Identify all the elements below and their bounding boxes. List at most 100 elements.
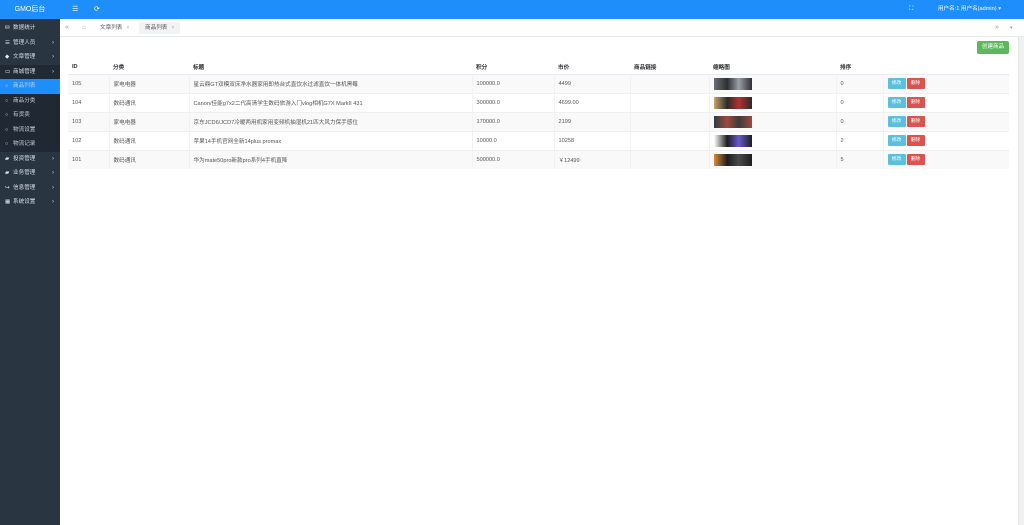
close-icon[interactable]: × xyxy=(126,25,129,31)
dashboard-icon: ⛁ xyxy=(5,25,10,31)
create-product-button[interactable]: 创建商品 xyxy=(977,41,1009,54)
sidebar-item-label: 业务管理 xyxy=(13,170,36,176)
tab-label: 文章列表 xyxy=(100,25,123,31)
sidebar-item-label: 信息管理 xyxy=(13,184,36,191)
circle-icon: ○ xyxy=(5,83,9,89)
table-row: 104 数码通讯 Canon/佳能g7x2二代高清学生数码旅游入门vlog相机G7X… xyxy=(68,92,1009,112)
cell-id: 105 xyxy=(68,73,109,93)
cell-points: 170000.0 xyxy=(471,111,554,131)
cell-link xyxy=(629,92,709,112)
fullscreen-icon[interactable]: ⛶ xyxy=(909,0,913,19)
sidebar-item-settings[interactable]: ▦ 系统设置 › xyxy=(0,195,60,210)
chevron-right-icon: › xyxy=(52,39,54,46)
cell-points: 300000.0 xyxy=(471,92,554,112)
tabs-scroll-right-icon[interactable]: » xyxy=(995,19,999,37)
table-row: 105 家电电器 星云鼎GT双模双床净水器家用即热台式直饮水过滤直饮一体机黑莓 100… xyxy=(68,73,1009,93)
cell-actions: 修改 删除 xyxy=(882,130,1009,150)
laptop-icon: ▭ xyxy=(5,68,11,75)
sidebar-item-investment[interactable]: ▰ 投资管理 › xyxy=(0,152,60,167)
cell-actions: 修改 删除 xyxy=(882,73,1009,93)
sidebar-item-admins[interactable]: ☰ 管理人员 › xyxy=(0,36,60,51)
column-header-price: 市价 xyxy=(554,60,630,75)
edit-button[interactable]: 修改 xyxy=(887,97,906,108)
tab-bar: « ⌂ 文章列表 × 商品列表 × » ▾ xyxy=(60,19,1024,37)
cell-title: 华为mate50pro新款pro系列4手机直降 xyxy=(188,149,472,169)
user-menu[interactable]: 用户名:1 用户名(admin) ▾ xyxy=(938,0,1001,19)
sidebar-subitem-instock[interactable]: ○ 有货卖 xyxy=(0,108,60,123)
tabs-scroll-left-icon[interactable]: « xyxy=(65,19,69,37)
chevron-right-icon: › xyxy=(52,199,54,205)
edit-button[interactable]: 修改 xyxy=(887,154,906,166)
cell-sort: 5 xyxy=(835,149,883,169)
edit-button[interactable]: 修改 xyxy=(887,135,906,146)
cell-id: 104 xyxy=(68,92,109,112)
list-icon: ☰ xyxy=(5,39,10,46)
sidebar-item-info[interactable]: ↪ 信息管理 › xyxy=(0,181,60,196)
sidebar-subitem-categories[interactable]: ○ 商品分类 xyxy=(0,94,60,109)
home-icon[interactable]: ⌂ xyxy=(82,19,86,37)
chevron-down-icon[interactable]: ▾ xyxy=(1010,19,1013,37)
cell-sort: 0 xyxy=(835,111,883,131)
product-thumbnail-image xyxy=(713,153,752,166)
cell-price: ￥12499 xyxy=(553,149,630,169)
cell-id: 101 xyxy=(68,149,109,169)
tab-products[interactable]: 商品列表 × xyxy=(139,22,181,34)
chevron-down-icon: › xyxy=(52,68,54,75)
cell-sort: 0 xyxy=(835,73,883,93)
cell-thumbnail xyxy=(708,111,836,131)
cell-sort: 2 xyxy=(835,130,883,150)
tab-label: 商品列表 xyxy=(145,25,168,31)
sidebar-item-business[interactable]: ▰ 业务管理 › xyxy=(0,166,60,181)
edit-button[interactable]: 修改 xyxy=(887,78,906,89)
sidebar-subitem-shipping-settings[interactable]: ○ 物流设置 xyxy=(0,123,60,138)
cell-category: 家电电器 xyxy=(108,73,189,93)
delete-button[interactable]: 删除 xyxy=(906,154,925,166)
sidebar-item-label: 投资管理 xyxy=(13,155,36,162)
edit-button[interactable]: 修改 xyxy=(887,116,906,127)
cell-points: 10000.0 xyxy=(471,130,554,150)
delete-button[interactable]: 删除 xyxy=(906,78,925,89)
product-table: ID 分类 标题 积分 市价 商品链接 缩略图 排序 105 家电电器 星云鼎GT双… xyxy=(68,60,1009,169)
sidebar-subitem-products[interactable]: ○ 商品列表 xyxy=(0,79,60,94)
cell-id: 102 xyxy=(68,130,109,150)
sidebar-subitem-shipping-records[interactable]: ○ 物流记录 xyxy=(0,137,60,152)
cell-thumbnail xyxy=(708,92,836,112)
delete-button[interactable]: 删除 xyxy=(906,97,925,108)
close-icon[interactable]: × xyxy=(171,25,174,31)
sidebar-item-label: 文章管理 xyxy=(13,54,36,60)
cell-category: 数码通讯 xyxy=(108,92,189,112)
share-icon: ↪ xyxy=(5,184,10,191)
cell-thumbnail xyxy=(708,149,836,169)
delete-button[interactable]: 删除 xyxy=(906,116,925,127)
brand-logo: GMO后台 xyxy=(0,0,60,19)
cell-link xyxy=(629,149,709,169)
sidebar-item-mall[interactable]: ▭ 商城管理 › xyxy=(0,64,60,79)
sidebar-submenu-mall: ○ 商品列表 ○ 商品分类 ○ 有货卖 ○ 物流设置 ○ 物流记录 xyxy=(0,79,60,152)
refresh-icon[interactable]: ⟳ xyxy=(94,0,100,19)
cell-category: 数码通讯 xyxy=(108,149,189,169)
menu-toggle-icon[interactable]: ☰ xyxy=(72,0,78,19)
sidebar-item-label: 物流设置 xyxy=(13,126,36,133)
sidebar-item-articles[interactable]: ◆ 文章管理 › xyxy=(0,50,60,65)
sidebar-item-label: 商品列表 xyxy=(13,83,36,89)
sidebar-item-stats[interactable]: ⛁ 数据统计 xyxy=(0,21,60,36)
page-scrollbar[interactable] xyxy=(1018,37,1024,525)
tab-articles[interactable]: 文章列表 × xyxy=(94,22,135,34)
cell-id: 103 xyxy=(68,111,109,131)
column-header-thumbnail: 缩略图 xyxy=(709,60,836,75)
folder-icon: ▰ xyxy=(5,155,10,162)
folder-icon: ▰ xyxy=(5,170,10,176)
user-label: 用户名:1 用户名(admin) xyxy=(937,6,997,12)
cell-title: 京东JCD6/JCD7冷暖两用机家用变频机抽湿机21匹大风力保手感位 xyxy=(188,111,472,131)
cell-title: Canon/佳能g7x2二代高清学生数码旅游入门vlog相机G7X MarkII… xyxy=(188,92,472,112)
cell-thumbnail xyxy=(708,130,836,150)
sidebar-item-label: 有货卖 xyxy=(13,112,30,118)
delete-button[interactable]: 删除 xyxy=(906,135,925,146)
chevron-right-icon: › xyxy=(52,170,54,176)
cell-price: 10258 xyxy=(553,130,630,150)
sidebar-item-label: 管理人员 xyxy=(13,39,36,46)
circle-icon: ○ xyxy=(5,126,9,133)
cell-price: 2199 xyxy=(553,111,630,131)
cell-category: 家电电器 xyxy=(108,111,189,131)
column-header-link: 商品链接 xyxy=(630,60,709,75)
